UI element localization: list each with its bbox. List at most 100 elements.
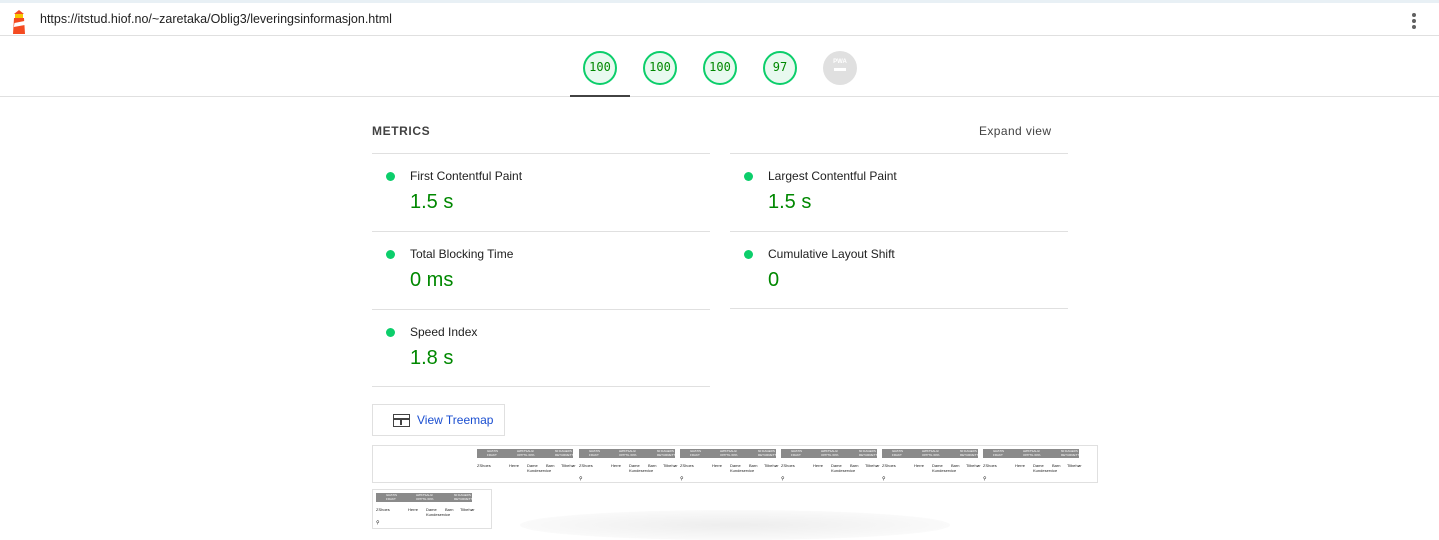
frame-banner-text: HØSTSALG! OPPTIL 60% <box>619 449 637 457</box>
metric-label: First Contentful Paint <box>410 169 523 183</box>
frame-nav-subtext: Kundeservice <box>527 468 552 473</box>
frame-nav-subtext: Kundeservice <box>730 468 755 473</box>
frame-nav-text: ZShoes <box>376 507 390 512</box>
frame-banner-text: 60 DAGERS RETURRETT <box>758 449 777 457</box>
pass-indicator-icon <box>744 172 753 181</box>
view-treemap-button[interactable]: View Treemap <box>372 404 505 436</box>
frame-banner-text: GRATIS FRAKT <box>487 449 498 457</box>
frame-nav-text: Herre <box>813 463 824 468</box>
frame-nav-text: Herre <box>611 463 622 468</box>
frame-banner: GRATIS FRAKT HØSTSALG! OPPTIL 60% 60 DAGER… <box>680 449 776 458</box>
metric-speed-index: Speed Index 1.8 s <box>372 309 710 387</box>
frame-banner-text: HØSTSALG! OPPTIL 60% <box>922 449 940 457</box>
score-value: 100 <box>649 60 671 74</box>
metric-label: Speed Index <box>410 325 478 339</box>
frame-banner-text: GRATIS FRAKT <box>791 449 802 457</box>
frame-banner-text: HØSTSALG! OPPTIL 60% <box>720 449 738 457</box>
score-gauge-accessibility[interactable]: 100 <box>643 51 677 85</box>
search-icon: ⚲ <box>376 520 380 526</box>
frame-banner: GRATIS FRAKT HØSTSALG! OPPTIL 60% 60 DAGER… <box>983 449 1079 458</box>
score-gauge-best-practices[interactable]: 100 <box>703 51 737 85</box>
metric-label: Total Blocking Time <box>410 247 514 261</box>
filmstrip: GRATIS FRAKT HØSTSALG! OPPTIL 60% 60 DAGER… <box>372 445 1098 483</box>
frame-banner-text: 60 DAGERS RETURRETT <box>555 449 574 457</box>
search-icon: ⚲ <box>983 476 987 482</box>
frame-nav-subtext: Kundeservice <box>831 468 856 473</box>
filmstrip-frame: GRATIS FRAKT HØSTSALG! OPPTIL 60% 60 DAGER… <box>577 446 678 482</box>
kebab-menu-icon[interactable] <box>1410 13 1418 31</box>
metrics-heading: METRICS <box>372 124 431 138</box>
lighthouse-icon <box>13 10 25 34</box>
frame-banner-text: HØSTSALG! OPPTIL 60% <box>1023 449 1041 457</box>
score-gauges: 100 100 100 97 PWA <box>0 36 1439 97</box>
metric-value: 1.8 s <box>410 347 454 369</box>
filmstrip-frame: GRATIS FRAKT HØSTSALG! OPPTIL 60% 60 DAGER… <box>880 446 981 482</box>
metric-total-blocking-time: Total Blocking Time 0 ms <box>372 231 710 309</box>
frame-banner-text: HØSTSALG! OPPTIL 60% <box>517 449 535 457</box>
filmstrip-frame: GRATIS FRAKT HØSTSALG! OPPTIL 60% 60 DAGER… <box>678 446 779 482</box>
frame-banner-text: 60 DAGERS RETURRETT <box>657 449 676 457</box>
score-gauge-performance[interactable]: 100 <box>583 51 617 85</box>
score-value: 97 <box>772 60 788 74</box>
frame-banner-text: HØSTSALG! OPPTIL 60% <box>416 493 434 501</box>
filmstrip-final-frame: GRATIS FRAKT HØSTSALG! OPPTIL 60% 60 DAGER… <box>372 489 492 529</box>
metric-value: 1.5 s <box>768 191 812 213</box>
frame-nav-text: Tilbehør <box>663 463 678 468</box>
page-url: https://itstud.hiof.no/~zaretaka/Oblig3/… <box>40 12 392 26</box>
frame-nav-subtext: Kundeservice <box>426 512 451 517</box>
frame-nav-text: ZShoes <box>882 463 896 468</box>
divider <box>372 386 710 387</box>
frame-nav-text: Tilbehør <box>460 507 475 512</box>
frame-nav-text: ZShoes <box>579 463 593 468</box>
frame-banner-text: GRATIS FRAKT <box>589 449 600 457</box>
frame-nav-text: ZShoes <box>680 463 694 468</box>
score-gauge-pwa[interactable]: PWA <box>823 51 857 85</box>
filmstrip-frame-blank <box>373 446 473 482</box>
frame-banner-text: GRATIS FRAKT <box>993 449 1004 457</box>
frame-banner-text: GRATIS FRAKT <box>386 493 397 501</box>
frame-nav-text: Herre <box>914 463 925 468</box>
frame-nav-text: Tilbehør <box>764 463 779 468</box>
pwa-dash <box>834 68 846 71</box>
pwa-label: PWA <box>833 59 847 65</box>
url-bar: https://itstud.hiof.no/~zaretaka/Oblig3/… <box>0 0 1439 36</box>
filmstrip-frame: GRATIS FRAKT HØSTSALG! OPPTIL 60% 60 DAGER… <box>374 490 475 526</box>
frame-nav-text: Tilbehør <box>966 463 981 468</box>
score-gauge-seo[interactable]: 97 <box>763 51 797 85</box>
frame-banner-text: 60 DAGERS RETURRETT <box>454 493 473 501</box>
frame-banner-text: GRATIS FRAKT <box>892 449 903 457</box>
score-value: 100 <box>589 60 611 74</box>
metric-value: 0 <box>768 269 780 291</box>
divider <box>730 308 1068 309</box>
metric-largest-contentful-paint: Largest Contentful Paint 1.5 s <box>730 153 1068 231</box>
metric-value: 1.5 s <box>410 191 454 213</box>
metric-cumulative-layout-shift: Cumulative Layout Shift 0 <box>730 231 1068 309</box>
frame-banner-text: 60 DAGERS RETURRETT <box>859 449 878 457</box>
metric-value: 0 ms <box>410 269 454 291</box>
frame-nav-text: ZShoes <box>781 463 795 468</box>
filmstrip-frame: GRATIS FRAKT HØSTSALG! OPPTIL 60% 60 DAGER… <box>779 446 880 482</box>
pass-indicator-icon <box>744 250 753 259</box>
frame-nav-text: Tilbehør <box>561 463 576 468</box>
pass-indicator-icon <box>386 250 395 259</box>
score-value: 100 <box>709 60 731 74</box>
treemap-icon <box>393 414 410 427</box>
frame-nav-text: Herre <box>509 463 520 468</box>
frame-banner-text: GRATIS FRAKT <box>690 449 701 457</box>
frame-nav-text: Tilbehør <box>1067 463 1082 468</box>
filmstrip-frame: GRATIS FRAKT HØSTSALG! OPPTIL 60% 60 DAGER… <box>981 446 1082 482</box>
expand-view-toggle[interactable]: Expand view <box>979 124 1051 138</box>
search-icon: ⚲ <box>882 476 886 482</box>
shadow <box>520 510 950 540</box>
frame-banner-text: 60 DAGERS RETURRETT <box>1061 449 1080 457</box>
frame-banner: GRATIS FRAKT HØSTSALG! OPPTIL 60% 60 DAGER… <box>882 449 978 458</box>
active-tab-indicator <box>570 95 630 97</box>
frame-banner: GRATIS FRAKT HØSTSALG! OPPTIL 60% 60 DAGER… <box>477 449 573 458</box>
filmstrip-frame: GRATIS FRAKT HØSTSALG! OPPTIL 60% 60 DAGER… <box>475 446 576 482</box>
frame-nav-text: Herre <box>1015 463 1026 468</box>
metric-first-contentful-paint: First Contentful Paint 1.5 s <box>372 153 710 231</box>
metric-label: Cumulative Layout Shift <box>768 247 895 261</box>
frame-nav-text: Herre <box>712 463 723 468</box>
frame-banner-text: 60 DAGERS RETURRETT <box>960 449 979 457</box>
frame-banner: GRATIS FRAKT HØSTSALG! OPPTIL 60% 60 DAGER… <box>781 449 877 458</box>
